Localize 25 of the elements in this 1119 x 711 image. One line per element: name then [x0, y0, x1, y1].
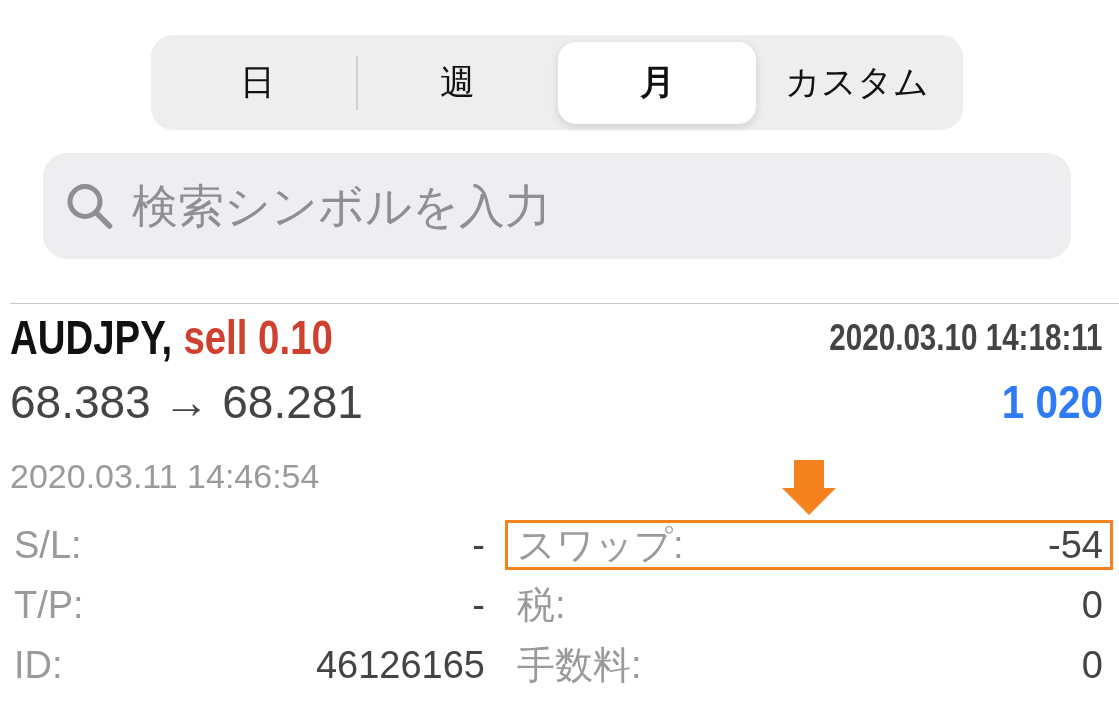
period-tab[interactable]: 日	[158, 41, 356, 124]
profit-value: 1 020	[1001, 377, 1103, 427]
period-tab[interactable]: カスタム	[758, 41, 956, 124]
period-tab[interactable]: 週	[358, 41, 556, 124]
close-time: 2020.03.11 14:46:54	[10, 456, 320, 496]
arrow-down-icon	[782, 460, 836, 515]
period-tab[interactable]: 月	[558, 41, 756, 124]
price-change: 68.383 → 68.281	[10, 376, 363, 428]
search-icon	[66, 182, 113, 230]
detail-value: -54	[1048, 523, 1103, 567]
detail-label: スワップ:	[517, 522, 684, 568]
trade-side: sell 0.10	[183, 311, 333, 364]
detail-value: -	[472, 583, 485, 627]
detail-value: 0	[1081, 643, 1103, 687]
detail-value: 46126165	[315, 643, 485, 687]
detail-label: 手数料:	[517, 642, 642, 688]
detail-label: 税:	[517, 582, 566, 628]
detail-value: -	[472, 523, 485, 567]
open-time: 2020.03.10 14:18:11	[829, 318, 1103, 358]
search-field[interactable]: 検索シンボルを入力	[43, 153, 1071, 259]
detail-value: 0	[1081, 583, 1103, 627]
detail-label: T/P:	[14, 583, 84, 627]
detail-label: S/L:	[14, 523, 82, 567]
detail-label: ID:	[14, 643, 63, 687]
symbol-name: AUDJPY,	[10, 311, 173, 364]
